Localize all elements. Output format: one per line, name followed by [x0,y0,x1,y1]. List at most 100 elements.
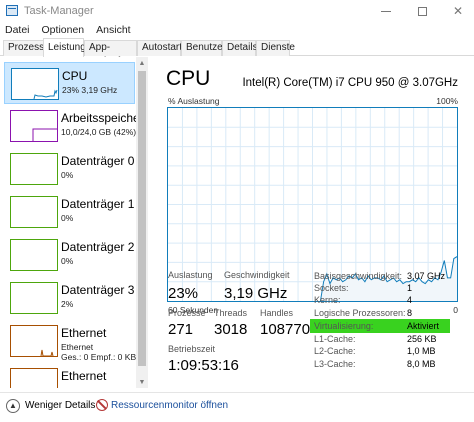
resource-sub-detail: Ges.: 0 Empf.: 0 KBit [61,352,141,362]
disk-thumbnail [10,239,58,271]
processes-value: 271 [168,321,194,338]
detail-value: 1 [407,283,413,293]
resource-sub: 0% [61,256,74,266]
resource-item-memory[interactable]: Arbeitsspeicher 10,0/24,0 GB (42%) [4,105,144,147]
maximize-button[interactable] [404,0,440,22]
title-bar: Task-Manager ✕ [0,0,474,22]
resource-name: Datenträger 0 [61,154,135,168]
memory-thumbnail [10,110,58,142]
close-button[interactable]: ✕ [440,0,474,22]
detail-value: 8 [407,308,413,318]
detail-value: 8,0 MB [407,359,436,369]
tab-benutzer[interactable]: Benutzer [181,40,226,56]
ethernet-thumbnail [10,325,58,357]
cpu-thumbnail-graph [33,89,58,100]
utilization-label: Auslastung [168,270,213,280]
resource-list-scrollbar[interactable]: ▲ ▼ [136,57,148,388]
fewer-details-link[interactable]: Weniger Details [25,400,95,411]
menu-datei[interactable]: Datei [0,22,36,38]
resource-name: CPU [62,69,88,83]
uptime-label: Betriebszeit [168,344,216,354]
disk-thumbnail [10,282,58,314]
detail-value: 4 [407,295,413,305]
resource-sub: Ethernet [61,342,94,352]
detail-label: Basisgeschwindigkeit: [314,271,403,281]
resource-sub: 10,0/24,0 GB (42%) [61,127,137,137]
tab-details[interactable]: Details [222,40,258,56]
resource-name: Ethernet [61,326,107,340]
graph-min: 0 [453,305,458,315]
resource-item-disk-2[interactable]: Datenträger 2 ( 0% [4,234,142,276]
resource-sub: 0% [61,170,74,180]
ethernet-thumbnail-graph [40,349,54,357]
cpu-detail-panel: CPU Intel(R) Core(TM) i7 CPU 950 @ 3.07G… [152,57,474,388]
uptime-value: 1:09:53:16 [168,357,239,374]
open-resource-monitor-link[interactable]: Ressourcenmonitor öffnen [111,400,228,411]
detail-label: Logische Prozessoren: [314,308,406,318]
graph-max: 100% [436,96,458,106]
detail-value: 1,0 MB [407,346,436,356]
detail-label: Sockets: [314,283,349,293]
detail-value: 3,07 GHz [407,271,446,281]
resource-item-disk-3[interactable]: Datenträger 3 ( 2% [4,277,142,319]
resource-item-cpu[interactable]: CPU 23% 3,19 GHz [4,62,135,104]
detail-label: L2-Cache: [314,346,356,356]
window-title: Task-Manager [24,5,94,17]
resource-name: Ethernet [61,369,107,383]
minimize-button[interactable] [368,0,404,22]
task-manager-icon [6,5,18,16]
menu-optionen[interactable]: Optionen [36,22,91,38]
tab-dienste[interactable]: Dienste [256,40,295,56]
scroll-up-icon[interactable]: ▲ [136,57,148,69]
maximize-icon [417,6,427,16]
resource-list: CPU 23% 3,19 GHz Arbeitsspeicher 10,0/24… [0,57,150,388]
disk-thumbnail [10,196,58,228]
resource-item-disk-1[interactable]: Datenträger 1 ( 0% [4,191,142,233]
detail-label: L3-Cache: [314,359,356,369]
scroll-down-icon[interactable]: ▼ [136,376,148,388]
resource-name: Datenträger 2 ( [61,240,142,254]
tab-bar: Prozesse Leistung App-Verlauf Autostart … [0,38,474,67]
threads-label: Threads [214,308,248,318]
detail-label: Virtualisierung: [314,321,374,331]
resource-item-disk-0[interactable]: Datenträger 0 0% [4,148,135,190]
memory-thumbnail-graph [32,128,57,141]
tab-prozesse[interactable]: Prozesse [3,40,50,56]
detail-value: 256 KB [407,334,437,344]
graph-label: % Auslastung [168,96,220,106]
resource-monitor-icon[interactable] [96,399,108,411]
scrollbar-thumb[interactable] [138,71,146,366]
close-icon: ✕ [452,4,464,18]
footer: ▲ Weniger Details Ressourcenmonitor öffn… [0,392,474,422]
disk-thumbnail [10,153,58,185]
ethernet-thumbnail [10,368,58,388]
utilization-value: 23% [168,285,199,302]
speed-value: 3,19 GHz [224,285,288,302]
page-title: CPU [166,67,211,90]
resource-sub: 0% [61,213,74,223]
resource-item-ethernet-1[interactable]: Ethernet Ethernet Ges.: 0 Empf.: 0 KBit [4,320,140,362]
resource-name: Arbeitsspeicher [61,111,144,125]
cpu-model: Intel(R) Core(TM) i7 CPU 950 @ 3.07GHz [242,77,458,89]
resource-name: Datenträger 3 ( [61,283,142,297]
resource-sub: 2% [61,299,74,309]
detail-label: Kerne: [314,295,341,305]
resource-sub: 23% 3,19 GHz [62,85,118,95]
speed-label: Geschwindigkeit [224,270,290,280]
resource-item-ethernet-2[interactable]: Ethernet [4,363,135,388]
handles-label: Handles [260,308,294,318]
cpu-thumbnail [11,68,59,100]
tab-app-verlauf[interactable]: App-Verlauf [84,40,137,67]
threads-value: 3018 [214,321,248,338]
menu-ansicht[interactable]: Ansicht [90,22,136,38]
resource-name: Datenträger 1 ( [61,197,142,211]
detail-label: L1-Cache: [314,334,356,344]
menu-bar: Datei Optionen Ansicht [0,22,474,38]
processes-label: Prozesse [168,308,206,318]
handles-value: 108770 [260,321,311,338]
minimize-icon [381,10,391,12]
detail-value: Aktiviert [407,321,440,331]
chevron-up-icon[interactable]: ▲ [6,399,20,413]
tab-leistung[interactable]: Leistung [43,38,86,57]
tab-autostart[interactable]: Autostart [137,40,182,56]
